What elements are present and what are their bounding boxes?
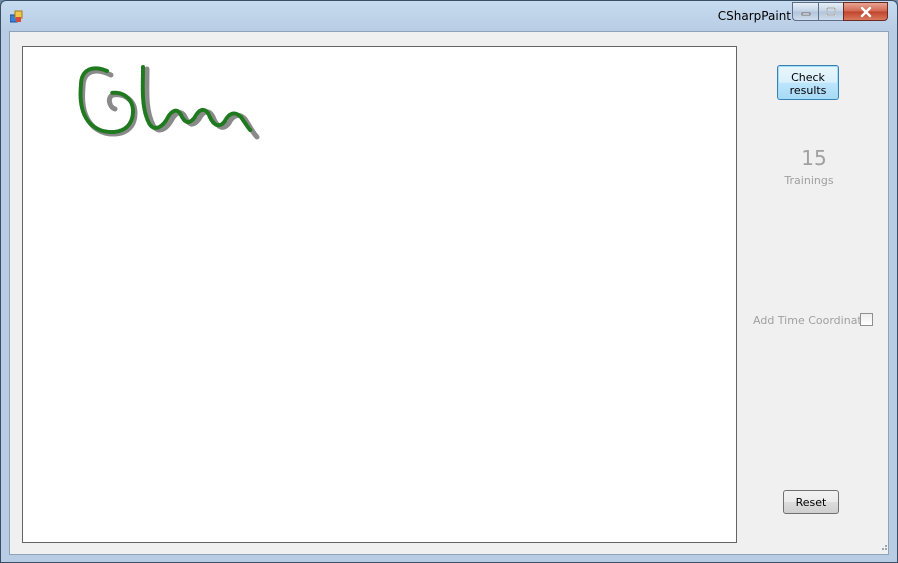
close-button[interactable] xyxy=(843,2,888,21)
trainings-count: 15 xyxy=(801,146,827,170)
app-icon[interactable] xyxy=(9,9,24,23)
gray-stroke xyxy=(80,66,260,140)
check-results-button[interactable]: Check results xyxy=(777,65,839,100)
window-title: CSharpPaint xyxy=(717,9,791,23)
resize-grip-icon[interactable] xyxy=(878,541,888,551)
drawn-strokes xyxy=(78,65,260,140)
maximize-button[interactable] xyxy=(818,2,843,21)
caption-buttons xyxy=(792,2,888,21)
time-coordinate-checkbox[interactable] xyxy=(860,313,873,326)
reset-button[interactable]: Reset xyxy=(783,490,839,514)
green-stroke xyxy=(78,65,253,134)
time-coordinate-label: Add Time Coordinate xyxy=(753,314,869,327)
close-icon xyxy=(860,6,871,17)
minimize-icon xyxy=(801,12,810,15)
title-bar[interactable]: CSharpPaint xyxy=(1,1,897,31)
drawing-canvas[interactable] xyxy=(22,46,737,543)
trainings-label: Trainings xyxy=(784,174,834,187)
maximize-icon xyxy=(826,6,836,16)
minimize-button[interactable] xyxy=(792,2,818,21)
